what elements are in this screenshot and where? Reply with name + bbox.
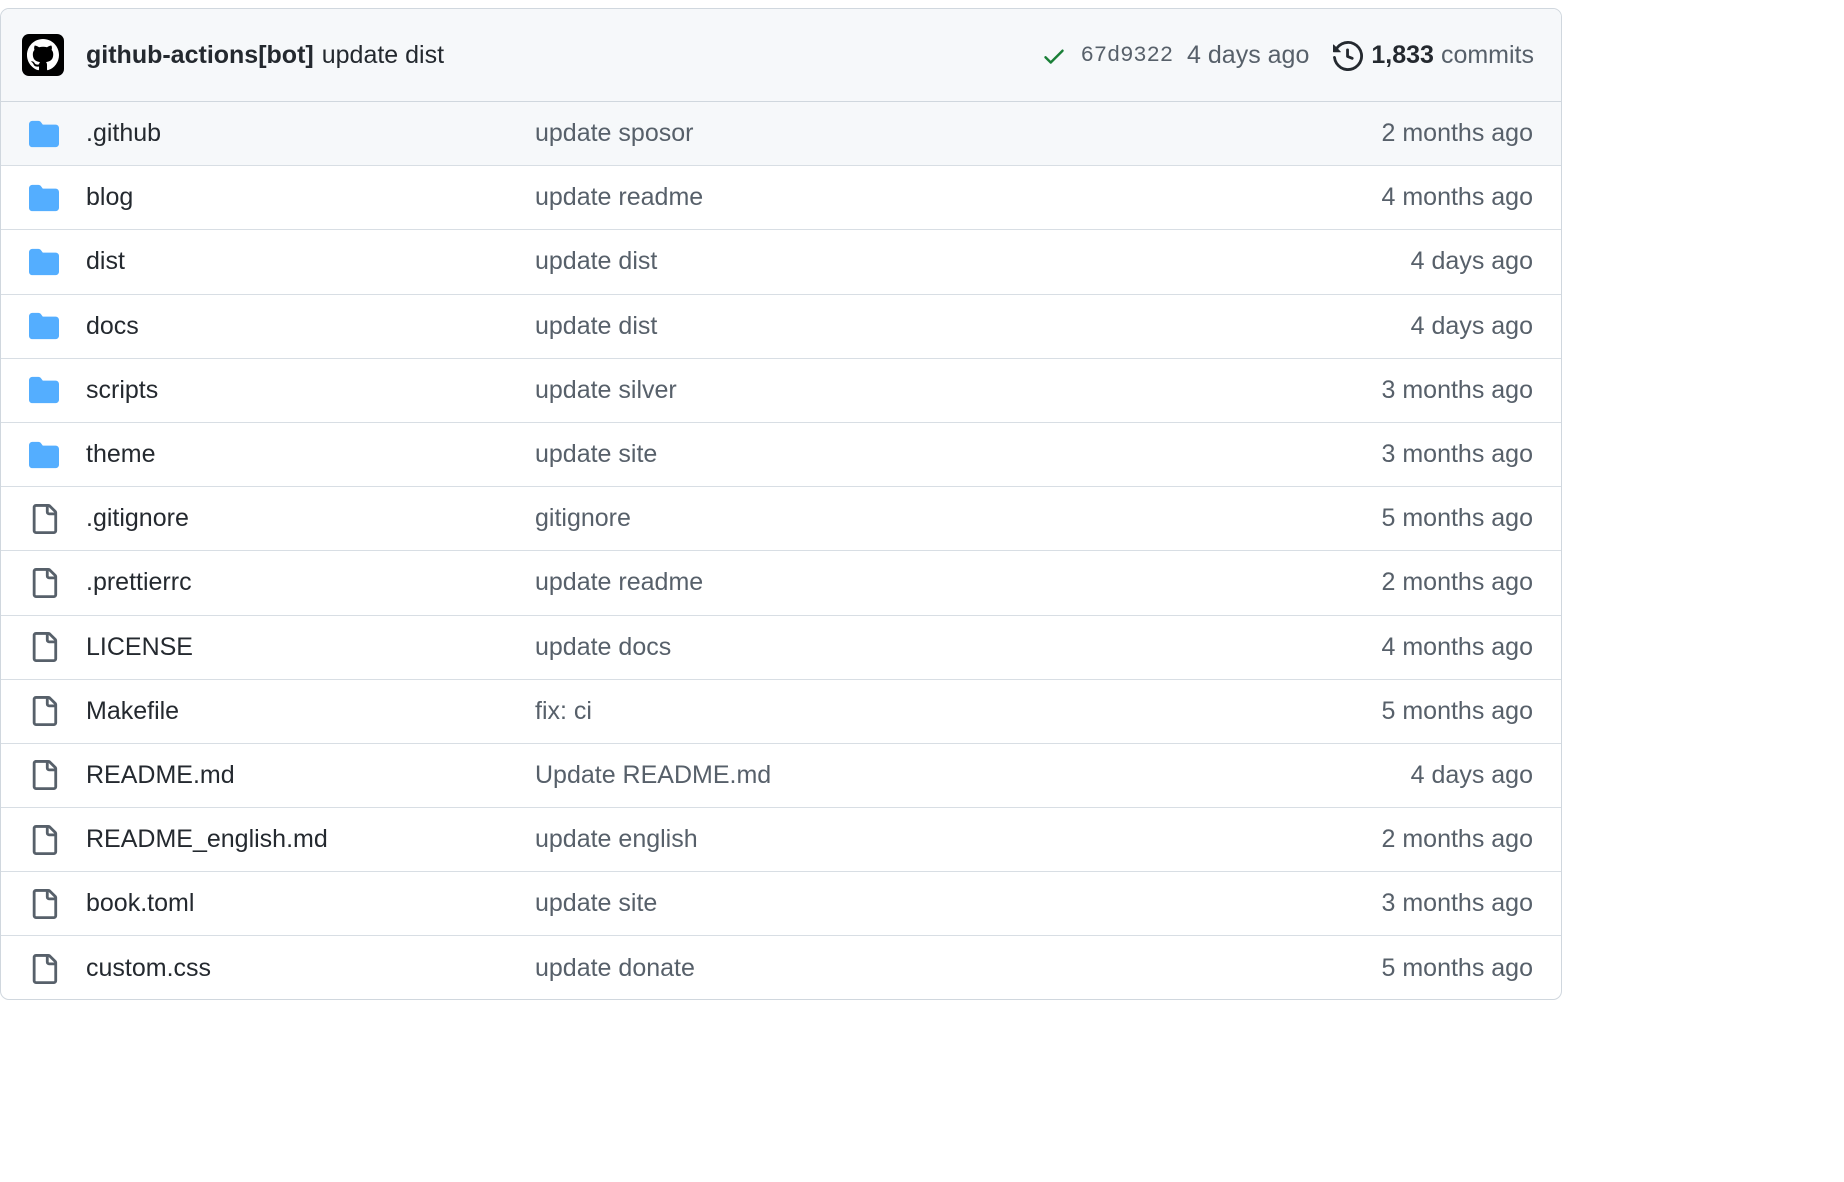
commit-meta: 67d9322 4 days ago 1,833 commits xyxy=(1041,9,1534,102)
file-row[interactable]: .github update sposor 2 months ago xyxy=(1,102,1561,167)
file-icon xyxy=(29,503,59,534)
github-mark-icon[interactable] xyxy=(22,34,64,76)
file-commit-message-link[interactable]: update readme xyxy=(535,183,703,212)
file-row[interactable]: docs update dist 4 days ago xyxy=(1,295,1561,359)
file-commit-message-link[interactable]: update readme xyxy=(535,568,703,597)
file-row[interactable]: LICENSE update docs 4 months ago xyxy=(1,616,1561,680)
file-commit-message-link[interactable]: update sposor xyxy=(535,119,693,148)
file-name-link[interactable]: .github xyxy=(86,119,161,148)
file-commit-message-link[interactable]: update english xyxy=(535,825,698,854)
history-icon[interactable] xyxy=(1333,40,1364,71)
file-name-link[interactable]: .gitignore xyxy=(86,504,189,533)
file-commit-age: 4 months ago xyxy=(1381,183,1534,212)
file-name-link[interactable]: scripts xyxy=(86,376,158,405)
folder-icon xyxy=(29,311,59,341)
file-icon xyxy=(29,953,59,984)
file-commit-age: 3 months ago xyxy=(1381,440,1534,469)
file-name-link[interactable]: docs xyxy=(86,312,139,341)
file-icon xyxy=(29,760,59,791)
file-commit-age: 2 months ago xyxy=(1381,119,1534,148)
file-row[interactable]: Makefile fix: ci 5 months ago xyxy=(1,680,1561,744)
latest-commit-message: github-actions[bot] update dist xyxy=(86,9,444,102)
file-commit-age: 4 days ago xyxy=(1410,760,1533,789)
file-commit-age: 3 months ago xyxy=(1381,889,1534,918)
file-commit-message-link[interactable]: update docs xyxy=(535,633,671,662)
file-name-link[interactable]: README.md xyxy=(86,761,235,790)
file-row[interactable]: .gitignore gitignore 5 months ago xyxy=(1,487,1561,552)
file-row[interactable]: theme update site 3 months ago xyxy=(1,423,1561,488)
file-row[interactable]: blog update readme 4 months ago xyxy=(1,166,1561,231)
file-commit-age: 2 months ago xyxy=(1381,568,1534,597)
file-commit-message-link[interactable]: update silver xyxy=(535,376,677,405)
file-commit-age: 3 months ago xyxy=(1381,375,1534,404)
commit-author-link[interactable]: github-actions[bot] xyxy=(86,41,314,70)
file-name-link[interactable]: custom.css xyxy=(86,954,211,983)
file-icon xyxy=(29,696,59,727)
file-name-link[interactable]: blog xyxy=(86,183,133,212)
file-icon xyxy=(29,888,59,919)
file-row[interactable]: dist update dist 4 days ago xyxy=(1,230,1561,295)
file-commit-message-link[interactable]: update dist xyxy=(535,312,657,341)
file-commit-message-link[interactable]: gitignore xyxy=(535,504,631,533)
file-name-link[interactable]: .prettierrc xyxy=(86,568,192,597)
file-name-link[interactable]: theme xyxy=(86,440,155,469)
file-row[interactable]: book.toml update site 3 months ago xyxy=(1,872,1561,937)
folder-icon xyxy=(29,440,59,470)
commit-message-link[interactable]: update dist xyxy=(322,41,444,70)
file-name-link[interactable]: Makefile xyxy=(86,697,179,726)
file-commit-age: 4 days ago xyxy=(1410,311,1533,340)
latest-commit-bar: github-actions[bot] update dist 67d9322 … xyxy=(1,9,1561,102)
file-commit-message-link[interactable]: update donate xyxy=(535,954,695,983)
file-icon xyxy=(29,632,59,663)
commits-count[interactable]: 1,833 xyxy=(1371,41,1434,70)
file-commit-message-link[interactable]: update site xyxy=(535,889,657,918)
file-commit-age: 4 days ago xyxy=(1410,247,1533,276)
file-commit-age: 5 months ago xyxy=(1381,696,1534,725)
file-commit-age: 4 months ago xyxy=(1381,632,1534,661)
commits-label[interactable]: commits xyxy=(1441,41,1534,70)
file-icon xyxy=(29,824,59,855)
folder-icon xyxy=(29,119,59,149)
check-icon[interactable] xyxy=(1041,43,1067,69)
file-row[interactable]: .prettierrc update readme 2 months ago xyxy=(1,551,1561,616)
file-icon xyxy=(29,567,59,598)
commit-sha-link[interactable]: 67d9322 xyxy=(1081,43,1173,68)
folder-icon xyxy=(29,247,59,277)
folder-icon xyxy=(29,183,59,213)
file-name-link[interactable]: dist xyxy=(86,247,125,276)
file-commit-age: 2 months ago xyxy=(1381,825,1534,854)
file-commit-message-link[interactable]: Update README.md xyxy=(535,761,771,790)
file-browser: github-actions[bot] update dist 67d9322 … xyxy=(0,8,1562,1000)
file-commit-age: 5 months ago xyxy=(1381,504,1534,533)
file-name-link[interactable]: book.toml xyxy=(86,889,194,918)
file-list: .github update sposor 2 months ago blog … xyxy=(1,102,1561,999)
file-row[interactable]: README_english.md update english 2 month… xyxy=(1,808,1561,873)
folder-icon xyxy=(29,375,59,405)
file-name-link[interactable]: README_english.md xyxy=(86,825,328,854)
file-commit-message-link[interactable]: update site xyxy=(535,440,657,469)
file-row[interactable]: scripts update silver 3 months ago xyxy=(1,359,1561,423)
file-name-link[interactable]: LICENSE xyxy=(86,633,193,662)
file-row[interactable]: README.md Update README.md 4 days ago xyxy=(1,744,1561,809)
file-commit-message-link[interactable]: fix: ci xyxy=(535,697,592,726)
file-row[interactable]: custom.css update donate 5 months ago xyxy=(1,936,1561,999)
file-commit-age: 5 months ago xyxy=(1381,954,1534,983)
file-commit-message-link[interactable]: update dist xyxy=(535,247,657,276)
commit-age[interactable]: 4 days ago xyxy=(1187,41,1309,70)
